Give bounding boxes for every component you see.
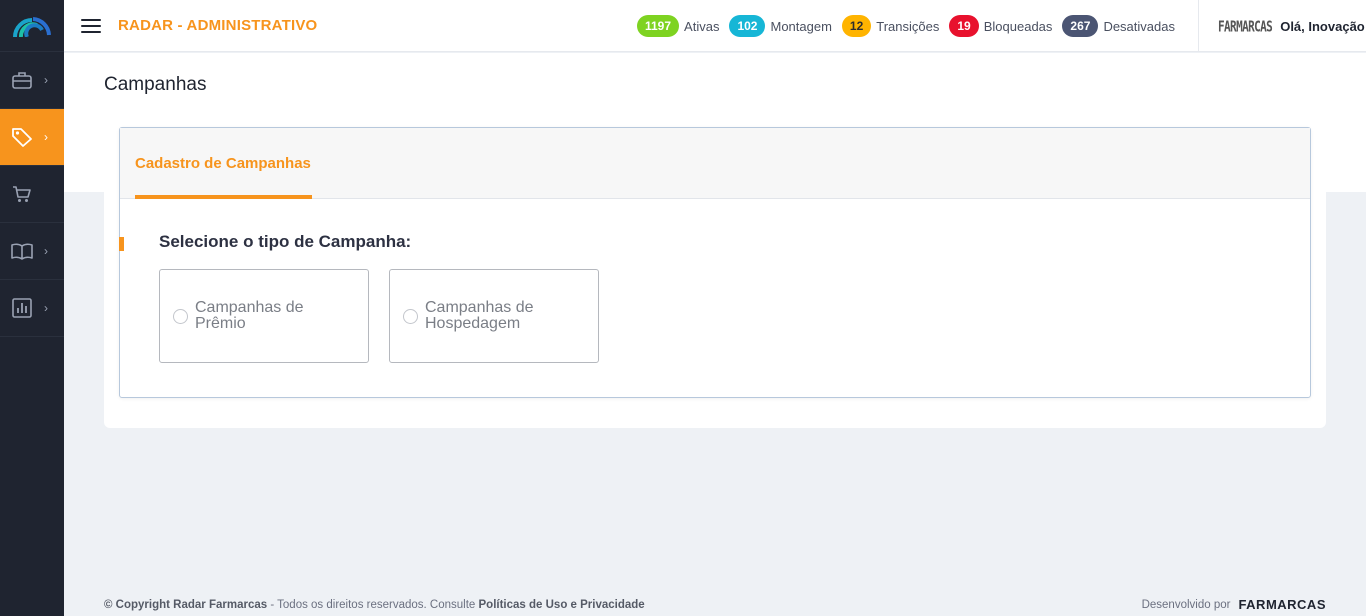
option-label: Campanhas de Prêmio (195, 299, 304, 332)
stat-label: Bloqueadas (983, 18, 1053, 34)
section-marker (119, 237, 124, 251)
stat-label: Desativadas (1103, 18, 1175, 34)
sidebar: › › › › (0, 0, 64, 616)
stat-assembly[interactable]: 102 Montagem (729, 15, 832, 37)
sidebar-item-book[interactable]: › (0, 223, 64, 280)
stat-deactivated[interactable]: 267 Desativadas (1062, 15, 1175, 37)
stat-label: Ativas (684, 18, 720, 34)
briefcase-icon (11, 69, 33, 91)
footer-developer: Desenvolvido por FARMARCAS (1142, 597, 1326, 612)
sidebar-item-cart[interactable] (0, 166, 64, 223)
stat-label: Transições (876, 18, 940, 34)
developed-by-text: Desenvolvido por (1141, 598, 1231, 611)
campaign-stats: 1197 Ativas 102 Montagem 12 Transições 1… (637, 0, 1185, 52)
campaign-form-card: Cadastro de Campanhas Selecione o tipo d… (119, 127, 1311, 398)
user-greeting: Olá, Inovação (1280, 18, 1365, 34)
policies-link[interactable]: Políticas de Uso e Privacidade (479, 599, 645, 611)
option-lodging-campaign[interactable]: Campanhas de Hospedagem (389, 269, 599, 363)
topbar: RADAR - ADMINISTRATIVO 1197 Ativas 102 M… (64, 0, 1366, 52)
stat-active[interactable]: 1197 Ativas (637, 15, 719, 37)
developer-brand-logo[interactable]: FARMARCAS (1238, 597, 1326, 612)
stat-count-badge: 267 (1062, 15, 1099, 37)
menu-toggle-icon[interactable] (81, 18, 101, 33)
rights-text: - Todos os direitos reservados. Consulte (267, 599, 479, 611)
chevron-right-icon: › (44, 73, 48, 87)
chevron-right-icon: › (44, 130, 48, 144)
tab-campaign-registration[interactable]: Cadastro de Campanhas (135, 128, 312, 199)
stat-label: Montagem (770, 18, 832, 34)
stat-transitions[interactable]: 12 Transições (841, 15, 940, 37)
stat-blocked[interactable]: 19 Bloqueadas (949, 15, 1052, 37)
option-prize-campaign[interactable]: Campanhas de Prêmio (159, 269, 369, 363)
radio-button[interactable] (173, 308, 188, 324)
sidebar-item-briefcase[interactable]: › (0, 52, 64, 109)
sidebar-item-campaigns[interactable]: › (0, 109, 64, 166)
footer-copyright: © Copyright Radar Farmarcas - Todos os d… (104, 599, 645, 611)
chevron-right-icon: › (44, 301, 48, 315)
cart-icon (11, 183, 33, 205)
user-company-logo: FARMARCAS (1218, 16, 1273, 36)
radio-button[interactable] (403, 308, 418, 324)
option-label: Campanhas de Hospedagem (425, 299, 534, 332)
active-tab-indicator (135, 195, 312, 199)
card-tabs: Cadastro de Campanhas (120, 128, 1310, 199)
stat-count-badge: 102 (729, 15, 766, 37)
stat-count-badge: 19 (949, 15, 979, 37)
campaign-type-question: Selecione o tipo de Campanha: (159, 232, 412, 251)
copyright-text: © Copyright Radar Farmarcas (104, 599, 268, 611)
app-title: RADAR - ADMINISTRATIVO (118, 17, 318, 34)
radar-logo-icon (13, 16, 51, 37)
book-icon (11, 240, 33, 262)
tag-icon (11, 126, 33, 148)
chevron-right-icon: › (44, 244, 48, 258)
stat-count-badge: 1197 (637, 15, 680, 37)
user-menu[interactable]: FARMARCAS Olá, Inovação (1198, 0, 1366, 52)
app-logo[interactable] (0, 0, 64, 52)
page-title: Campanhas (104, 74, 207, 95)
sidebar-item-reports[interactable]: › (0, 280, 64, 337)
bar-chart-icon (11, 297, 33, 319)
stat-count-badge: 12 (841, 15, 872, 37)
